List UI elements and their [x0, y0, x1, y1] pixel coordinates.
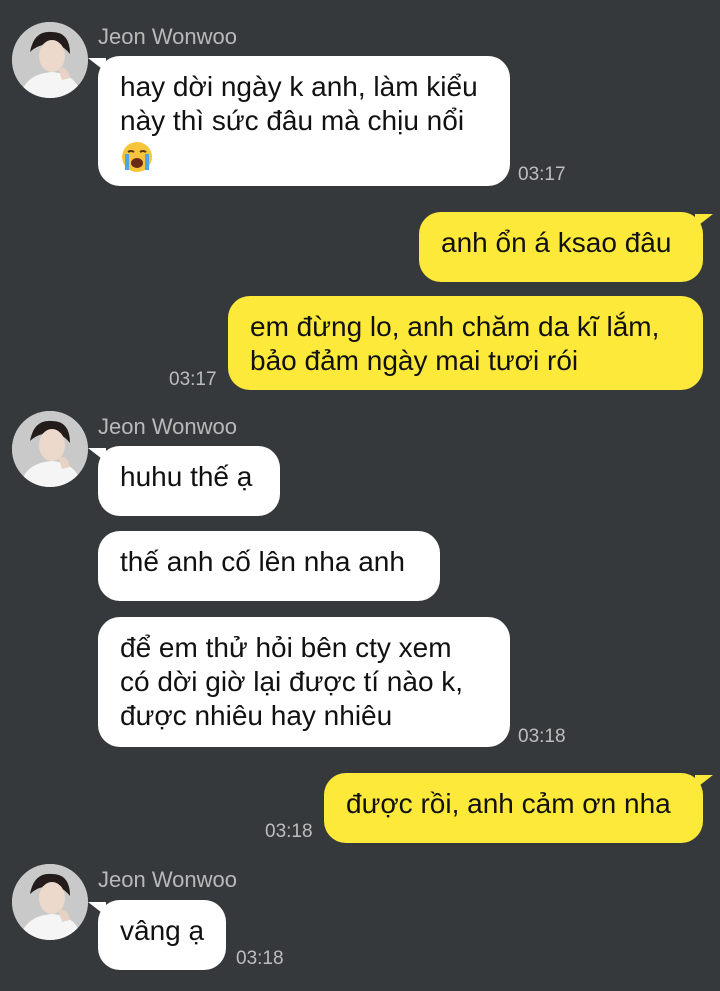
- message-bubble-outgoing[interactable]: anh ổn á ksao đâu: [419, 212, 713, 282]
- message-bubble-incoming[interactable]: để em thử hỏi bên cty xem có dời giờ lại…: [98, 617, 510, 747]
- message-bubble-outgoing[interactable]: em đừng lo, anh chăm da kĩ lắm, bảo đảm …: [228, 296, 703, 390]
- contact-avatar[interactable]: [12, 864, 88, 940]
- message-text: được rồi, anh cảm ơn nha: [346, 788, 671, 819]
- message-text: được nhiêu hay nhiêu: [120, 700, 393, 731]
- sender-name: Jeon Wonwoo: [98, 867, 238, 892]
- message-bubble-outgoing[interactable]: được rồi, anh cảm ơn nha: [324, 773, 713, 843]
- contact-avatar[interactable]: [12, 22, 88, 98]
- message-bubble-incoming[interactable]: vâng ạ: [88, 900, 226, 970]
- message-text: này thì sức đâu mà chịu nổi: [120, 105, 465, 136]
- message-text: thế anh cố lên nha anh: [120, 546, 405, 577]
- message-timestamp: 03:18: [236, 948, 284, 969]
- message-text: để em thử hỏi bên cty xem: [120, 632, 452, 663]
- message-timestamp: 03:17: [169, 369, 217, 390]
- message-text: có dời giờ lại được tí nào k,: [120, 666, 464, 697]
- message-text: hay dời ngày k anh, làm kiểu: [120, 71, 478, 102]
- contact-avatar[interactable]: [12, 411, 88, 487]
- message-text: em đừng lo, anh chăm da kĩ lắm,: [250, 311, 660, 342]
- sender-name: Jeon Wonwoo: [98, 414, 238, 439]
- message-timestamp: 03:17: [518, 164, 566, 185]
- message-bubble-incoming[interactable]: thế anh cố lên nha anh: [98, 531, 440, 601]
- message-timestamp: 03:18: [265, 821, 313, 842]
- message-text: huhu thế ạ: [120, 461, 253, 492]
- message-timestamp: 03:18: [518, 726, 566, 747]
- message-text: vâng ạ: [120, 915, 205, 946]
- profile-photo-icon: [12, 22, 88, 98]
- profile-photo-icon: [12, 411, 88, 487]
- profile-photo-icon: [12, 864, 88, 940]
- message-text: bảo đảm ngày mai tươi rói: [250, 345, 579, 376]
- loudly-crying-face-icon: [120, 140, 154, 174]
- message-text: anh ổn á ksao đâu: [441, 227, 672, 258]
- message-bubble-incoming[interactable]: hay dời ngày k anh, làm kiểu này thì sức…: [88, 56, 510, 186]
- message-bubble-incoming[interactable]: huhu thế ạ: [88, 446, 280, 516]
- sender-name: Jeon Wonwoo: [98, 24, 238, 49]
